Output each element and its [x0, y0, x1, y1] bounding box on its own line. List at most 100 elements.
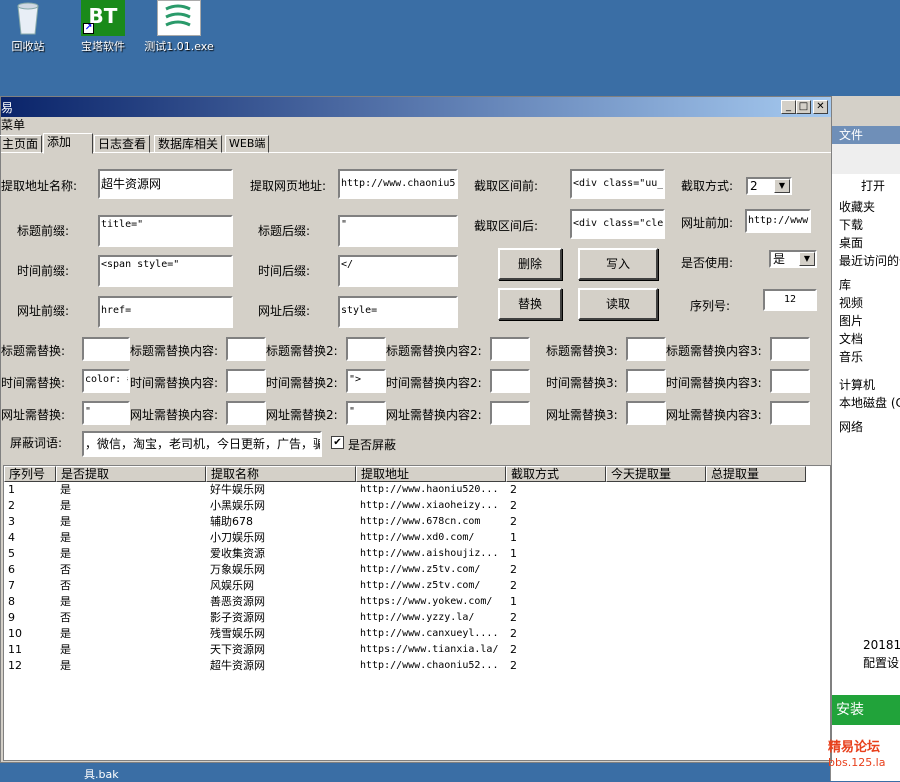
col-url[interactable]: 提取地址: [356, 466, 506, 482]
explorer-file-name[interactable]: 配置设: [855, 654, 899, 672]
mode-select[interactable]: 2 ▼: [746, 177, 792, 195]
col-serial[interactable]: 序列号: [4, 466, 56, 482]
table-row[interactable]: 10 是 残雪娱乐网 http://www.canxueyl.... 2: [4, 626, 830, 642]
recycle-bin[interactable]: 回收站: [0, 0, 63, 54]
url-suffix-field[interactable]: style=: [338, 296, 458, 328]
delete-button[interactable]: 删除: [498, 248, 562, 280]
explorer-file-date: 20181: [863, 638, 900, 652]
col-mode[interactable]: 截取方式: [506, 466, 606, 482]
table-row[interactable]: 11 是 天下资源网 https://www.tianxia.la/2: [4, 642, 830, 658]
tab-log[interactable]: 日志查看: [94, 135, 151, 153]
explorer-music[interactable]: 音乐: [831, 348, 900, 366]
block-checkbox[interactable]: ✔: [331, 436, 344, 449]
bt-panel-shortcut[interactable]: BT ↗ 宝塔软件: [68, 0, 138, 54]
time-replace2-field[interactable]: ">: [346, 369, 386, 393]
range-start-field[interactable]: <div class="uu_: [570, 169, 665, 199]
title-suffix-field[interactable]: ": [338, 215, 458, 247]
taskbar-item[interactable]: 具.bak: [84, 766, 119, 782]
table-row[interactable]: 6 否 万象娱乐网 http://www.z5tv.com/2: [4, 562, 830, 578]
time-replace-content3-field[interactable]: [770, 369, 810, 393]
table-row[interactable]: 1 是 好牛娱乐网 http://www.haoniu520... 2: [4, 482, 830, 498]
explorer-local-disk[interactable]: 本地磁盘 (C: [831, 394, 900, 412]
table-row[interactable]: 7 否 风娱乐网 http://www.z5tv.com/2: [4, 578, 830, 594]
title-replace2-field[interactable]: [346, 337, 386, 361]
url-replace-content2-field[interactable]: [490, 401, 530, 425]
time-suffix-field[interactable]: </: [338, 255, 458, 287]
explorer-open-button[interactable]: 打开: [831, 174, 900, 198]
range-end-field[interactable]: <div class="cle: [570, 209, 665, 239]
enabled-select[interactable]: 是 ▼: [769, 250, 817, 268]
title-replace-content-field[interactable]: [226, 337, 266, 361]
table-cell: http://www.z5tv.com/: [360, 564, 481, 575]
write-button[interactable]: 写入: [578, 248, 658, 280]
block-words-field[interactable]: ，微信，淘宝，老司机，今日更新，广告，骗: [82, 431, 322, 457]
title-replace-field[interactable]: [82, 337, 130, 361]
explorer-computer[interactable]: 计算机: [831, 376, 900, 394]
explorer-downloads[interactable]: 下载: [831, 216, 900, 234]
menu-item[interactable]: 菜单: [1, 118, 25, 132]
explorer-documents[interactable]: 文档: [831, 330, 900, 348]
url-replace-field[interactable]: ": [82, 401, 130, 425]
maximize-button[interactable]: □: [796, 100, 811, 114]
table-cell: 万象娱乐网: [210, 563, 265, 576]
tab-home[interactable]: 主页面: [0, 135, 43, 153]
table-row[interactable]: 2 是 小黑娱乐网 http://www.xiaoheizy... 2: [4, 498, 830, 514]
replace-button[interactable]: 替换: [498, 288, 562, 320]
table-row[interactable]: 8 是 善恶资源网 https://www.yokew.com/1: [4, 594, 830, 610]
close-button[interactable]: ✕: [813, 100, 828, 114]
url-prepend-field[interactable]: http://www: [745, 209, 811, 233]
table-row[interactable]: 12 是 超牛资源网 http://www.chaoniu52... 2: [4, 658, 830, 674]
explorer-network[interactable]: 网络: [831, 418, 900, 436]
table-cell: 2: [510, 515, 517, 528]
table-cell: 超牛资源网: [210, 659, 265, 672]
col-total[interactable]: 总提取量: [706, 466, 806, 482]
tab-add[interactable]: 添加: [43, 133, 93, 154]
explorer-pictures[interactable]: 图片: [831, 312, 900, 330]
time-replace-field[interactable]: color: #: [82, 369, 130, 393]
table-row[interactable]: 4 是 小刀娱乐网 http://www.xd0.com/1: [4, 530, 830, 546]
explorer-recent[interactable]: 最近访问的位: [831, 252, 900, 270]
title-replace-content2-field[interactable]: [490, 337, 530, 361]
time-replace-content2-field[interactable]: [490, 369, 530, 393]
explorer-videos[interactable]: 视频: [831, 294, 900, 312]
url-replace3-field[interactable]: [626, 401, 666, 425]
title-replace3-field[interactable]: [626, 337, 666, 361]
install-button[interactable]: 安装: [830, 695, 900, 725]
explorer-favorites[interactable]: 收藏夹: [831, 198, 900, 216]
title-replace2-label: 标题需替换2:: [266, 344, 338, 358]
read-button[interactable]: 读取: [578, 288, 658, 320]
table-row[interactable]: 9 否 影子资源网 http://www.yzzy.la/2: [4, 610, 830, 626]
title-bar[interactable]: 易 _ □ ✕: [1, 97, 831, 117]
time-prefix-field[interactable]: <span style=": [98, 255, 233, 287]
time-replace3-field[interactable]: [626, 369, 666, 393]
tab-web[interactable]: WEB端: [225, 135, 270, 153]
block-checkbox-label[interactable]: 是否屏蔽: [348, 436, 396, 453]
page-url-field[interactable]: http://www.chaoniu52: [338, 169, 458, 199]
title-replace-content3-field[interactable]: [770, 337, 810, 361]
col-today[interactable]: 今天提取量: [606, 466, 706, 482]
exe-file[interactable]: 测试1.01.exe: [144, 0, 214, 54]
title-replace-content2-label: 标题需替换内容2:: [386, 344, 482, 358]
url-replace2-field[interactable]: ": [346, 401, 386, 425]
url-replace-content3-field[interactable]: [770, 401, 810, 425]
explorer-desktop[interactable]: 桌面: [831, 234, 900, 252]
url-replace-content-field[interactable]: [226, 401, 266, 425]
url-prefix-field[interactable]: href=: [98, 296, 233, 328]
table-cell: 6: [8, 563, 15, 576]
table-row[interactable]: 3 是 辅助678 http://www.678cn.com 2: [4, 514, 830, 530]
minimize-button[interactable]: _: [781, 100, 796, 114]
tab-database[interactable]: 数据库相关: [154, 135, 223, 153]
site-name-field[interactable]: 超牛资源网: [98, 169, 233, 199]
serial-field[interactable]: 12: [763, 289, 817, 311]
table-cell: 1: [510, 547, 517, 560]
col-name[interactable]: 提取名称: [206, 466, 356, 482]
col-enabled[interactable]: 是否提取: [56, 466, 206, 482]
title-replace-content3-label: 标题需替换内容3:: [666, 344, 762, 358]
explorer-address-bar[interactable]: [831, 144, 900, 174]
chevron-down-icon[interactable]: ▼: [774, 179, 790, 193]
time-replace-content-field[interactable]: [226, 369, 266, 393]
table-row[interactable]: 5 是 爱收集资源 http://www.aishoujiz... 1: [4, 546, 830, 562]
explorer-libraries[interactable]: 库: [831, 276, 900, 294]
chevron-down-icon[interactable]: ▼: [799, 252, 815, 266]
title-prefix-field[interactable]: title=": [98, 215, 233, 247]
